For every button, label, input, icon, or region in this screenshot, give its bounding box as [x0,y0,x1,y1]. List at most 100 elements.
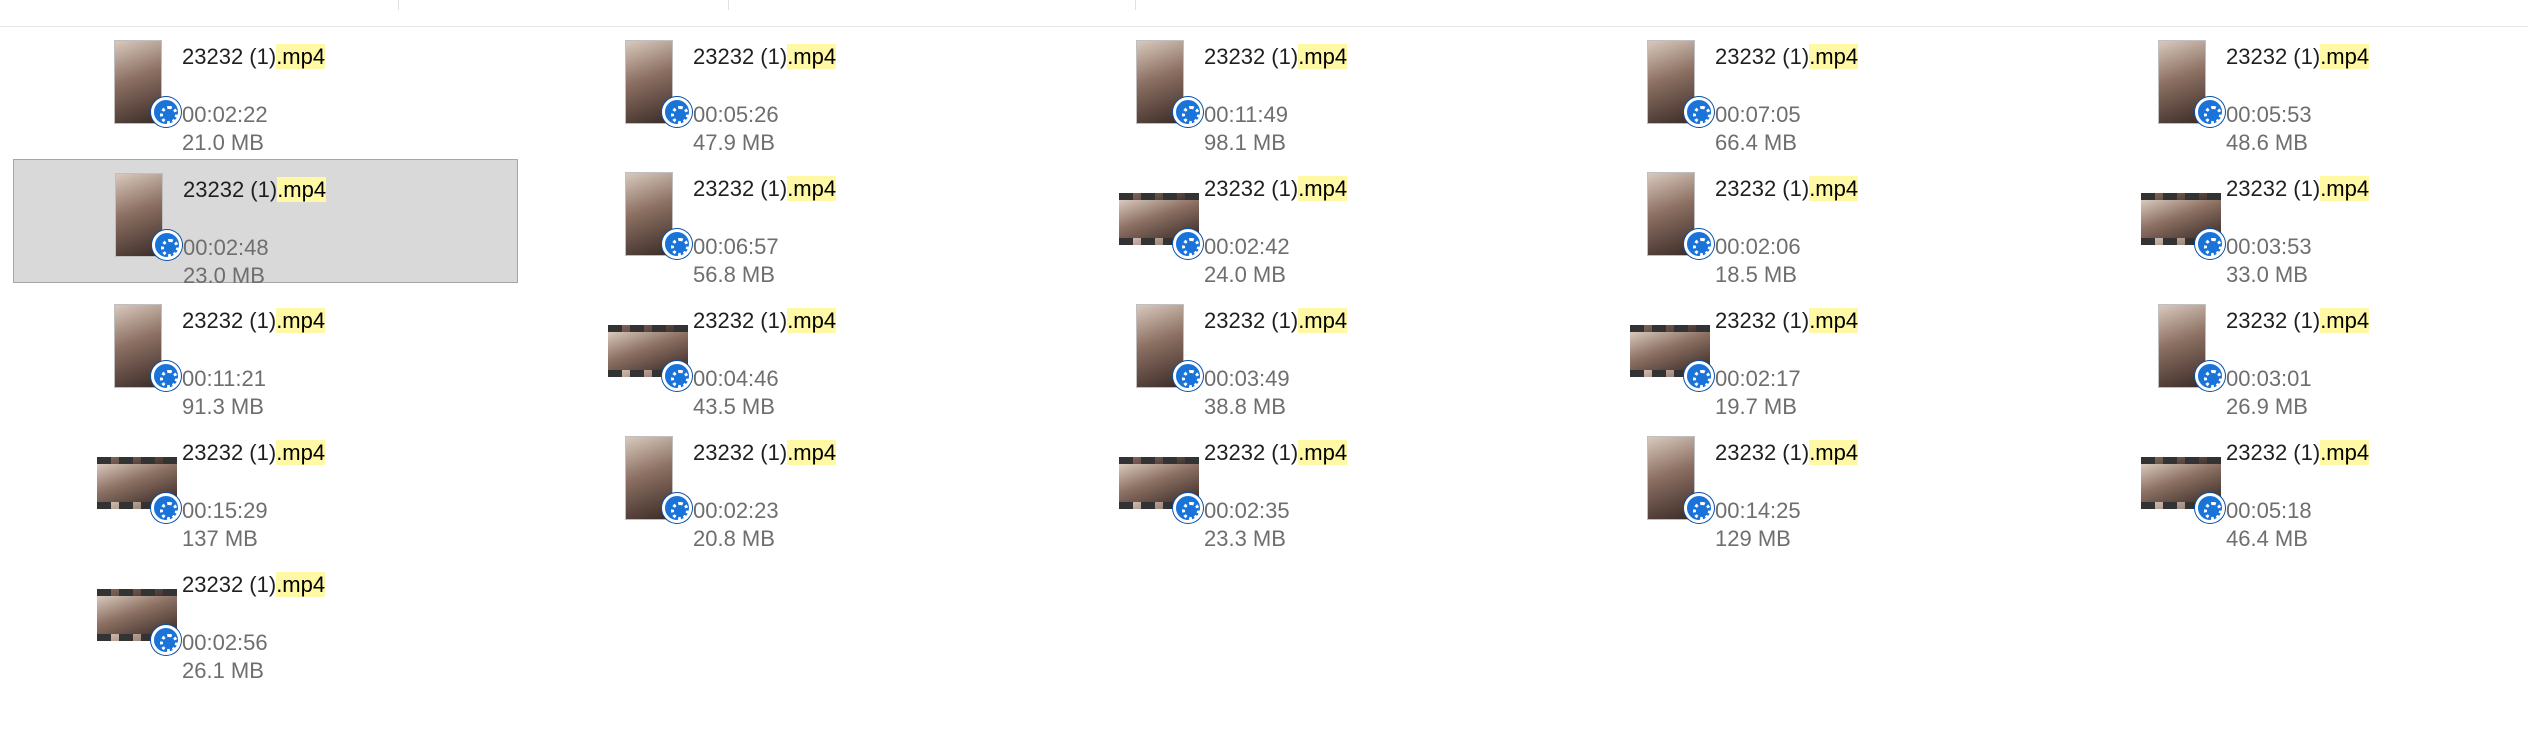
file-item[interactable]: 23232 (1).mp4 00:05:53 48.6 MB [2057,27,2528,155]
video-thumbnail-icon[interactable] [88,174,188,274]
file-name-base: 23232 (1) [2226,44,2321,69]
file-name-base: 23232 (1) [182,440,277,465]
video-thumbnail-icon[interactable] [1620,437,1720,537]
file-item[interactable]: 23232 (1).mp4 00:02:17 19.7 MB [1546,291,2051,419]
column-divider[interactable] [398,0,399,10]
video-thumbnail-icon[interactable] [2131,305,2231,405]
file-name[interactable]: 23232 (1).mp4 [2226,43,2370,71]
video-thumbnail-icon[interactable] [87,569,187,669]
column-divider[interactable] [728,0,729,10]
file-item[interactable]: 23232 (1).mp4 00:03:53 33.0 MB [2057,159,2528,287]
file-name-base: 23232 (1) [693,44,788,69]
video-thumbnail-icon[interactable] [1109,437,1209,537]
file-name[interactable]: 23232 (1).mp4 [183,176,327,204]
file-name[interactable]: 23232 (1).mp4 [1204,43,1348,71]
file-item[interactable]: 23232 (1).mp4 00:11:49 98.1 MB [1035,27,1540,155]
file-item[interactable]: 23232 (1).mp4 00:11:21 91.3 MB [13,291,518,419]
media-player-badge-icon [1684,361,1714,391]
file-size: 46.4 MB [2226,526,2308,551]
file-name[interactable]: 23232 (1).mp4 [693,43,837,71]
video-thumbnail-icon[interactable] [2131,41,2231,141]
file-item[interactable]: 23232 (1).mp4 00:03:49 38.8 MB [1035,291,1540,419]
media-player-badge-icon [1173,97,1203,127]
file-name[interactable]: 23232 (1).mp4 [1715,307,1859,335]
file-duration: 00:03:49 [1204,366,1290,391]
file-size: 66.4 MB [1715,130,1797,155]
file-size: 26.9 MB [2226,394,2308,419]
file-item[interactable]: 23232 (1).mp4 00:02:42 24.0 MB [1035,159,1540,287]
file-extension-highlight: .mp4 [277,177,327,202]
file-item[interactable]: 23232 (1).mp4 00:05:18 46.4 MB [2057,423,2528,551]
file-name[interactable]: 23232 (1).mp4 [2226,307,2370,335]
file-size: 47.9 MB [693,130,775,155]
file-extension-highlight: .mp4 [1298,44,1348,69]
video-thumbnail-icon[interactable] [1620,305,1720,405]
file-item[interactable]: 23232 (1).mp4 00:02:22 21.0 MB [13,27,518,155]
media-player-badge-icon [151,625,181,655]
file-name[interactable]: 23232 (1).mp4 [693,439,837,467]
video-thumbnail-icon[interactable] [1109,305,1209,405]
video-thumbnail-icon[interactable] [1109,173,1209,273]
video-thumbnail-icon[interactable] [87,437,187,537]
video-thumbnail-icon[interactable] [598,41,698,141]
file-name[interactable]: 23232 (1).mp4 [1204,307,1348,335]
file-extension-highlight: .mp4 [276,308,326,333]
file-item[interactable]: 23232 (1).mp4 00:14:25 129 MB [1546,423,2051,551]
file-name-base: 23232 (1) [1715,176,1810,201]
file-duration: 00:11:49 [1204,102,1289,127]
media-player-badge-icon [2195,97,2225,127]
file-size: 137 MB [182,526,258,551]
video-thumbnail-icon[interactable] [1620,173,1720,273]
file-name-base: 23232 (1) [2226,440,2321,465]
file-size: 20.8 MB [693,526,775,551]
file-name[interactable]: 23232 (1).mp4 [693,307,837,335]
file-extension-highlight: .mp4 [276,572,326,597]
media-player-badge-icon [1684,229,1714,259]
file-item[interactable]: 23232 (1).mp4 00:02:35 23.3 MB [1035,423,1540,551]
video-thumbnail-icon[interactable] [87,41,187,141]
file-name[interactable]: 23232 (1).mp4 [1204,175,1348,203]
file-item[interactable]: 23232 (1).mp4 00:05:26 47.9 MB [524,27,1029,155]
file-name-base: 23232 (1) [183,177,278,202]
file-item[interactable]: 23232 (1).mp4 00:06:57 56.8 MB [524,159,1029,287]
file-name[interactable]: 23232 (1).mp4 [2226,175,2370,203]
file-item[interactable]: 23232 (1).mp4 00:02:06 18.5 MB [1546,159,2051,287]
media-player-badge-icon [2195,493,2225,523]
file-item[interactable]: 23232 (1).mp4 00:07:05 66.4 MB [1546,27,2051,155]
video-thumbnail-icon[interactable] [598,437,698,537]
file-name[interactable]: 23232 (1).mp4 [182,571,326,599]
file-name[interactable]: 23232 (1).mp4 [1715,175,1859,203]
file-name[interactable]: 23232 (1).mp4 [1204,439,1348,467]
file-extension-highlight: .mp4 [276,440,326,465]
media-player-badge-icon [662,361,692,391]
file-name[interactable]: 23232 (1).mp4 [1715,439,1859,467]
media-player-badge-icon [1684,97,1714,127]
video-thumbnail-icon[interactable] [1109,41,1209,141]
video-thumbnail-icon[interactable] [2131,437,2231,537]
file-name[interactable]: 23232 (1).mp4 [182,439,326,467]
media-player-badge-icon [151,493,181,523]
file-item[interactable]: 23232 (1).mp4 00:02:56 26.1 MB [13,555,518,683]
file-item[interactable]: 23232 (1).mp4 00:15:29 137 MB [13,423,518,551]
file-duration: 00:02:06 [1715,234,1801,259]
column-divider[interactable] [1135,0,1136,10]
file-name[interactable]: 23232 (1).mp4 [182,43,326,71]
file-name[interactable]: 23232 (1).mp4 [693,175,837,203]
video-thumbnail-icon[interactable] [87,305,187,405]
file-name[interactable]: 23232 (1).mp4 [1715,43,1859,71]
file-size: 48.6 MB [2226,130,2308,155]
file-name[interactable]: 23232 (1).mp4 [182,307,326,335]
file-item[interactable]: 23232 (1).mp4 00:02:48 23.0 MB [13,159,518,288]
file-duration: 00:02:22 [182,102,268,127]
file-item[interactable]: 23232 (1).mp4 00:03:01 26.9 MB [2057,291,2528,419]
media-player-badge-icon [662,229,692,259]
video-thumbnail-icon[interactable] [2131,173,2231,273]
video-thumbnail-icon[interactable] [1620,41,1720,141]
file-name[interactable]: 23232 (1).mp4 [2226,439,2370,467]
file-item[interactable]: 23232 (1).mp4 00:04:46 43.5 MB [524,291,1029,419]
file-duration: 00:05:53 [2226,102,2312,127]
file-item[interactable]: 23232 (1).mp4 00:02:23 20.8 MB [524,423,1029,551]
media-player-badge-icon [152,230,182,260]
video-thumbnail-icon[interactable] [598,173,698,273]
video-thumbnail-icon[interactable] [598,305,698,405]
